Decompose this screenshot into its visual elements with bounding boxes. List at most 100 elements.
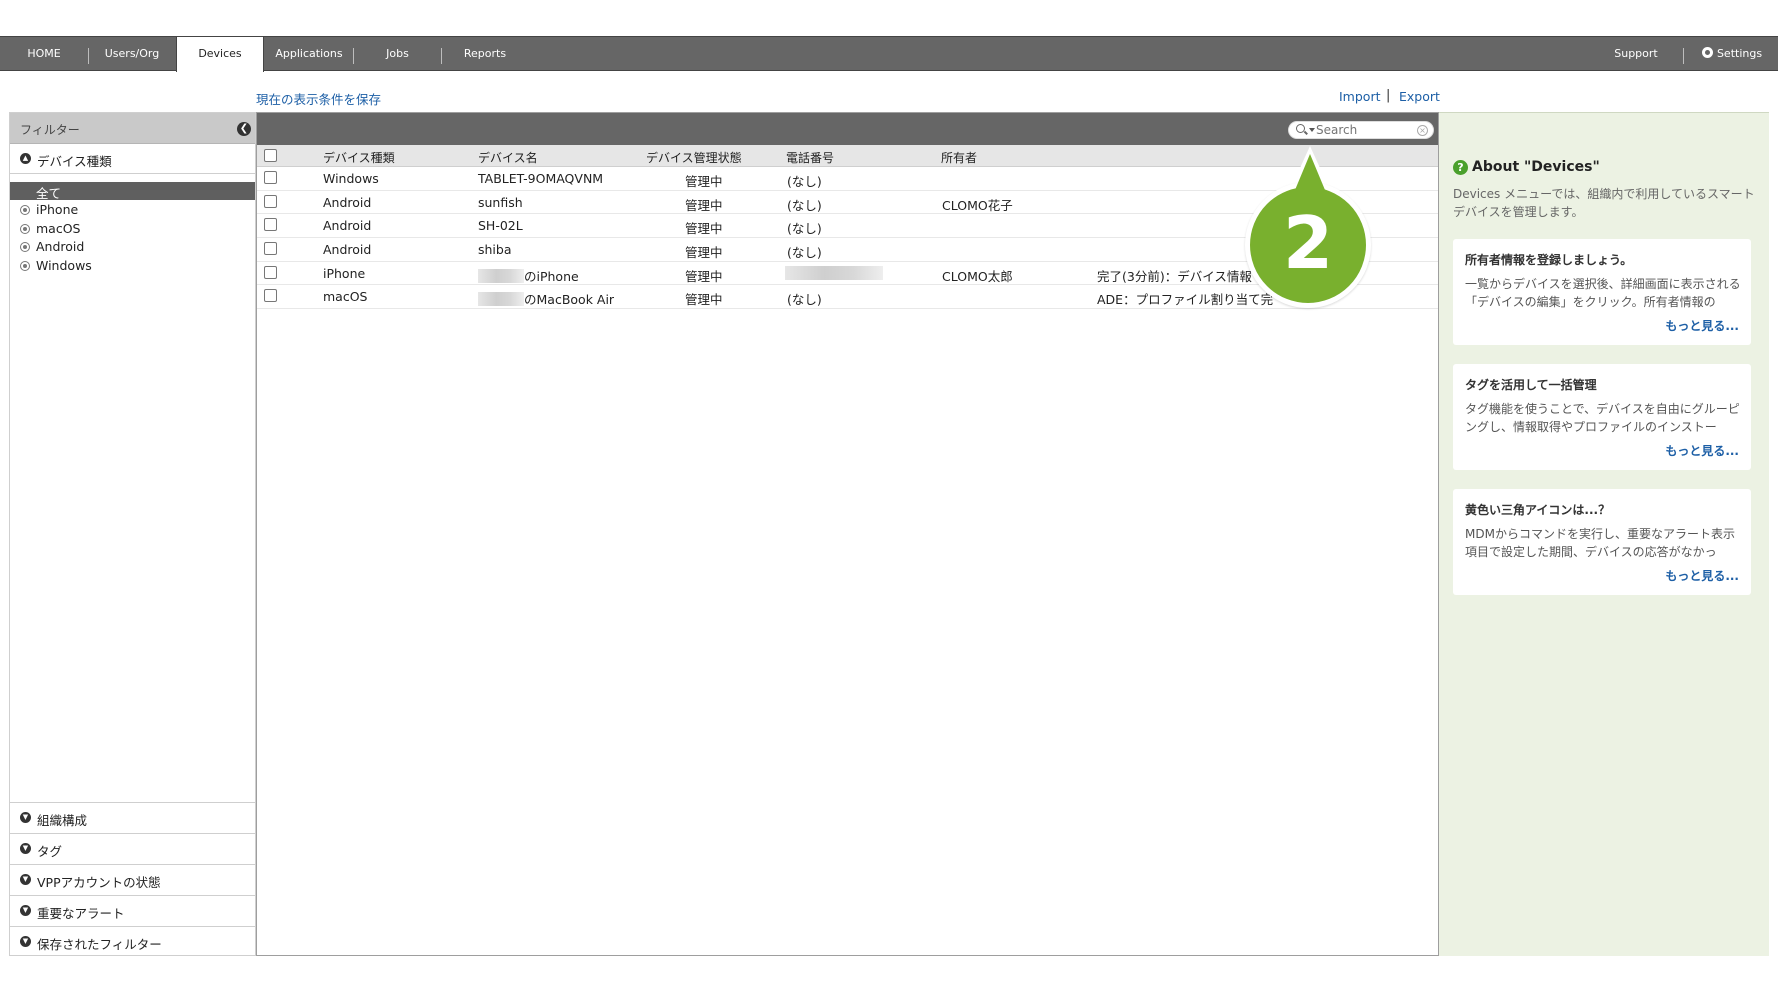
radio-icon bbox=[20, 260, 30, 271]
more-link[interactable]: もっと見る... bbox=[1665, 317, 1739, 334]
help-card: 黄色い三角アイコンは...？ MDMからコマンドを実行し、重要なアラート表示項目… bbox=[1453, 489, 1751, 595]
table-row[interactable]: Windows TABLET-9OMAQVNM 管理中 (なし) bbox=[257, 167, 1438, 191]
cell-name[interactable]: のMacBook Air bbox=[478, 289, 614, 308]
filter-title: フィルター bbox=[20, 123, 80, 137]
more-link[interactable]: もっと見る... bbox=[1665, 442, 1739, 459]
section-label: タグ bbox=[37, 844, 63, 859]
column-header-type[interactable]: デバイス種類 bbox=[323, 149, 395, 166]
tab-users-org[interactable]: Users/Org bbox=[89, 37, 175, 71]
search-box[interactable]: × bbox=[1288, 121, 1434, 139]
row-checkbox[interactable] bbox=[264, 265, 277, 279]
card-title: タグを活用して一括管理 bbox=[1465, 378, 1597, 392]
row-checkbox[interactable] bbox=[264, 289, 277, 303]
tab-home[interactable]: HOME bbox=[0, 37, 88, 71]
cell-name[interactable]: sunfish bbox=[478, 195, 523, 210]
filter-section-device-type[interactable]: ▲ デバイス種類 bbox=[10, 144, 255, 174]
section-label: VPPアカウントの状態 bbox=[37, 875, 161, 890]
cell-phone: (なし) bbox=[787, 221, 822, 237]
card-title: 所有者情報を登録しましょう。 bbox=[1465, 253, 1633, 267]
card-body: MDMからコマンドを実行し、重要なアラート表示項目で設定した期間、デバイスの応答… bbox=[1465, 527, 1735, 559]
filter-section-org[interactable]: ▼ 組織構成 bbox=[10, 802, 255, 833]
redacted-text bbox=[785, 265, 883, 280]
cell-name[interactable]: TABLET-9OMAQVNM bbox=[478, 171, 603, 186]
column-header-phone[interactable]: 電話番号 bbox=[786, 149, 834, 166]
top-nav: HOME Users/Org Devices Applications Jobs… bbox=[0, 36, 1778, 72]
cell-type: Android bbox=[323, 218, 372, 234]
chevron-down-icon: ▼ bbox=[20, 905, 31, 916]
tab-reports[interactable]: Reports bbox=[442, 37, 528, 71]
cell-name[interactable]: shiba bbox=[478, 242, 512, 257]
item-label: iPhone bbox=[36, 202, 79, 217]
row-checkbox[interactable] bbox=[264, 218, 277, 232]
row-checkbox[interactable] bbox=[264, 194, 277, 208]
section-label: 重要なアラート bbox=[37, 906, 125, 921]
cell-note: 完了(3分前)：デバイス情報 bbox=[1097, 268, 1252, 284]
device-type-macos[interactable]: macOS bbox=[10, 220, 255, 239]
filter-header: フィルター ❮ bbox=[10, 113, 255, 144]
filter-section-vpp[interactable]: ▼ VPPアカウントの状態 bbox=[10, 864, 255, 895]
cell-status: 管理中 bbox=[685, 245, 723, 261]
filter-bottom-sections: ▼ 組織構成 ▼ タグ ▼ VPPアカウントの状態 ▼ 重要なアラート ▼ 保存… bbox=[10, 802, 255, 957]
cell-name-text: のMacBook Air bbox=[524, 292, 615, 308]
tab-devices[interactable]: Devices bbox=[176, 36, 264, 72]
filter-sidebar: フィルター ❮ ▲ デバイス種類 全て iPhone macOS Android bbox=[9, 112, 256, 956]
cell-name[interactable]: のiPhone bbox=[478, 266, 579, 285]
chevron-down-icon: ▼ bbox=[20, 843, 31, 854]
section-label: デバイス種類 bbox=[37, 154, 112, 169]
help-description: Devices メニューでは、組織内で利用しているスマートデバイスを管理します。 bbox=[1453, 187, 1755, 219]
gear-icon bbox=[1701, 47, 1713, 58]
row-checkbox[interactable] bbox=[264, 242, 277, 256]
filter-section-saved[interactable]: ▼ 保存されたフィルター bbox=[10, 926, 255, 957]
chevron-down-icon: ▼ bbox=[20, 812, 31, 823]
filter-section-alert[interactable]: ▼ 重要なアラート bbox=[10, 895, 255, 926]
device-type-android[interactable]: Android bbox=[10, 238, 255, 257]
device-type-windows[interactable]: Windows bbox=[10, 257, 255, 276]
chevron-down-icon: ▼ bbox=[20, 874, 31, 885]
settings-link[interactable]: Settings bbox=[1690, 37, 1774, 71]
cell-note: ADE：プロファイル割り当て完 bbox=[1097, 292, 1274, 308]
chevron-down-icon: ▼ bbox=[20, 936, 31, 947]
card-body: タグ機能を使うことで、デバイスを自由にグルーピングし、情報取得やプロファイルのイ… bbox=[1465, 402, 1740, 434]
clear-icon[interactable]: × bbox=[1417, 125, 1428, 136]
filter-section-tag[interactable]: ▼ タグ bbox=[10, 833, 255, 864]
section-label: 保存されたフィルター bbox=[37, 937, 162, 952]
table-row[interactable]: macOS のMacBook Air 管理中 (なし) ADE：プロファイル割り… bbox=[257, 285, 1438, 310]
select-all-checkbox[interactable] bbox=[264, 149, 277, 162]
device-type-all[interactable]: 全て bbox=[10, 182, 255, 201]
chevron-up-icon: ▲ bbox=[20, 153, 31, 164]
tab-applications[interactable]: Applications bbox=[265, 37, 353, 71]
caret-down-icon[interactable] bbox=[1309, 128, 1315, 132]
cell-phone: (なし) bbox=[787, 197, 822, 213]
cell-owner: CLOMO太郎 bbox=[942, 268, 1013, 284]
cell-name[interactable]: SH-02L bbox=[478, 218, 523, 233]
cell-status: 管理中 bbox=[685, 268, 723, 284]
radio-icon bbox=[20, 223, 30, 234]
device-type-list: 全て iPhone macOS Android Windows bbox=[10, 182, 255, 275]
more-link[interactable]: もっと見る... bbox=[1665, 567, 1739, 584]
cell-type: iPhone bbox=[323, 265, 366, 281]
support-link[interactable]: Support bbox=[1596, 37, 1676, 71]
save-view-link[interactable]: 現在の表示条件を保存 bbox=[256, 89, 381, 108]
import-link[interactable]: Import bbox=[1339, 89, 1381, 104]
cell-type: Android bbox=[323, 194, 372, 210]
item-label: macOS bbox=[36, 220, 81, 236]
cell-type: Windows bbox=[323, 171, 379, 186]
tab-jobs[interactable]: Jobs bbox=[354, 37, 441, 71]
cell-status: 管理中 bbox=[685, 221, 723, 237]
column-header-owner[interactable]: 所有者 bbox=[941, 149, 977, 166]
item-label: Windows bbox=[36, 257, 92, 273]
search-icon[interactable] bbox=[1296, 124, 1305, 133]
search-input[interactable] bbox=[1316, 123, 1416, 137]
card-body: 一覧からデバイスを選択後、詳細画面に表示される「デバイスの編集」をクリック。所有… bbox=[1465, 277, 1741, 309]
export-link[interactable]: Export bbox=[1399, 89, 1440, 104]
collapse-left-icon[interactable]: ❮ bbox=[237, 122, 251, 136]
item-label: Android bbox=[36, 239, 85, 254]
cell-owner: CLOMO花子 bbox=[942, 197, 1013, 213]
row-checkbox[interactable] bbox=[264, 171, 277, 184]
column-header-status[interactable]: デバイス管理状態 bbox=[646, 149, 742, 166]
item-label: 全て bbox=[36, 186, 62, 201]
step-callout-badge: 2 bbox=[1245, 182, 1371, 308]
column-header-name[interactable]: デバイス名 bbox=[478, 149, 538, 166]
device-type-iphone[interactable]: iPhone bbox=[10, 201, 255, 220]
cell-phone: (なし) bbox=[787, 245, 822, 261]
